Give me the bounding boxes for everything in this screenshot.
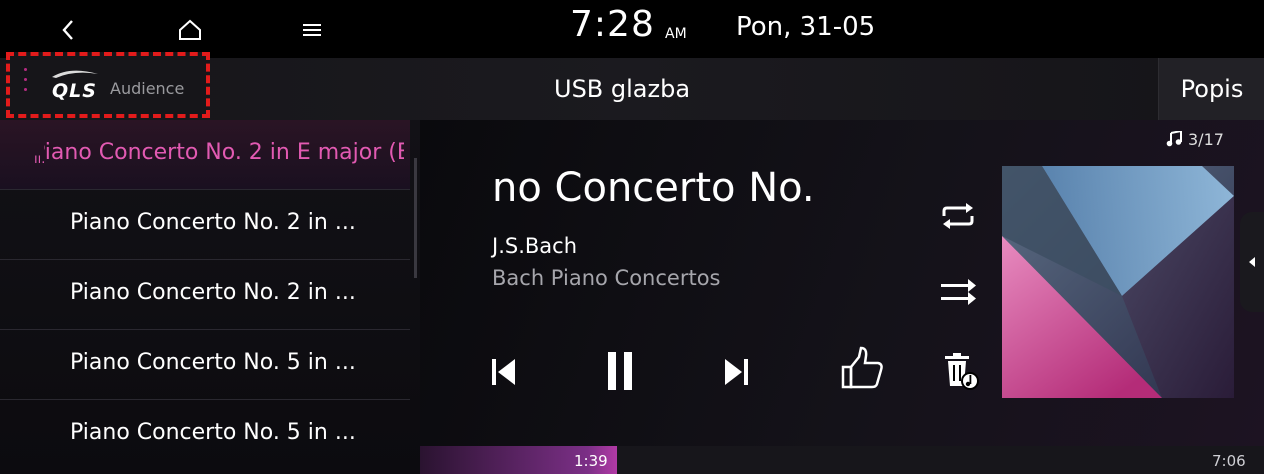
playlist-scrollbar[interactable] [414, 158, 417, 278]
logo-subtext: Audience [110, 79, 185, 98]
delete-button[interactable] [940, 350, 982, 392]
menu-icon [303, 24, 321, 36]
logo-text: QLS [52, 80, 97, 102]
list-item-label: Piano Concerto No. 5 in ... [70, 420, 356, 445]
logo-dots-icon [24, 68, 28, 98]
clock-ampm: AM [665, 26, 687, 42]
skip-previous-icon [492, 359, 515, 385]
repeat-icon [942, 203, 974, 229]
repeat-button[interactable] [936, 198, 980, 234]
back-button[interactable] [48, 12, 88, 48]
qls-audience-logo: QLS Audience [6, 52, 210, 118]
playlist: ıı. Piano Concerto No. 2 in E major (B P… [0, 120, 420, 474]
progress-bar[interactable] [420, 446, 1264, 474]
list-item-label: Piano Concerto No. 5 in ... [70, 350, 356, 375]
list-item[interactable]: Piano Concerto No. 5 in ... [0, 330, 410, 400]
shuffle-button[interactable] [936, 274, 980, 310]
status-bar: 7:28 AM Pon, 31-05 [0, 0, 1264, 58]
album-name: Bach Piano Concertos [492, 266, 721, 290]
list-button[interactable]: Popis [1158, 58, 1264, 120]
track-counter: 3/17 [1166, 129, 1224, 149]
current-time: 1:39 [574, 452, 608, 470]
playlist-item-active[interactable]: ıı. Piano Concerto No. 2 in E major (B [0, 120, 410, 190]
clock-time: 7:28 [570, 4, 655, 45]
back-icon [62, 20, 73, 40]
date-label: Pon, 31-05 [736, 12, 876, 42]
album-art [1002, 166, 1234, 398]
side-panel-handle[interactable] [1240, 212, 1264, 312]
artist-name: J.S.Bach [492, 234, 578, 258]
list-item[interactable]: Piano Concerto No. 2 in ... [0, 260, 410, 330]
list-item-label: Piano Concerto No. 2 in ... [70, 280, 356, 305]
list-item-label: Piano Concerto No. 2 in ... [70, 210, 356, 235]
list-item[interactable]: Piano Concerto No. 5 in ... [0, 400, 410, 470]
home-button[interactable] [170, 12, 210, 48]
thumbs-up-icon [841, 346, 883, 389]
like-button[interactable] [836, 342, 890, 394]
swoosh-icon [52, 70, 98, 78]
home-icon [179, 19, 201, 40]
song-title: no Concerto No. [492, 165, 815, 211]
total-time: 7:06 [1212, 452, 1246, 470]
shuffle-icon [941, 279, 976, 305]
list-item-label: Piano Concerto No. 2 in E major (B [44, 140, 404, 165]
track-count-text: 3/17 [1188, 130, 1224, 149]
previous-button[interactable] [484, 350, 524, 394]
pause-icon [608, 352, 632, 390]
menu-button[interactable] [292, 12, 332, 48]
album-art-image [1002, 166, 1234, 398]
skip-next-icon [725, 359, 748, 385]
page-title: USB glazba [554, 75, 691, 103]
pause-button[interactable] [598, 346, 642, 396]
trash-music-icon [945, 353, 979, 390]
list-item[interactable]: Piano Concerto No. 2 in ... [0, 190, 410, 260]
next-button[interactable] [716, 350, 756, 394]
music-note-icon [1166, 129, 1182, 147]
chevron-left-icon [1249, 257, 1255, 267]
